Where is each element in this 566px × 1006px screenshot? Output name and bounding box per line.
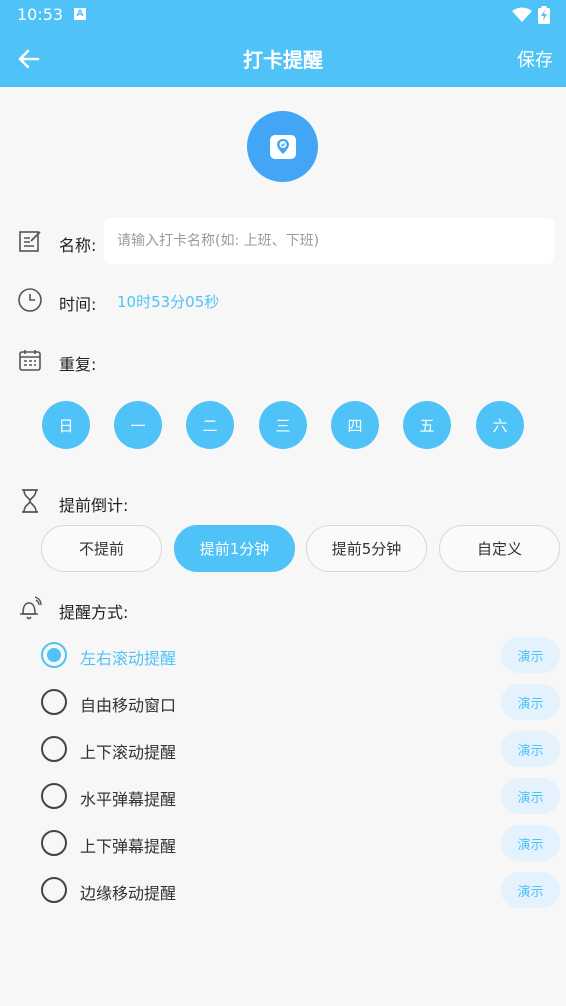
calendar-icon	[19, 350, 41, 371]
countdown-label: 提前倒计:	[59, 496, 129, 515]
location-check-icon	[269, 134, 296, 159]
reminder-option-label: 水平弹幕提醒	[80, 790, 177, 809]
day-toggle-tue[interactable]: 二	[186, 401, 234, 449]
reminder-option[interactable]: 边缘移动提醒 演示	[41, 872, 561, 908]
day-toggle-mon[interactable]: 一	[114, 401, 162, 449]
day-toggle-thu[interactable]: 四	[331, 401, 379, 449]
save-button[interactable]: 保存	[517, 46, 553, 72]
radio-button[interactable]	[41, 830, 67, 856]
radio-button[interactable]	[41, 689, 67, 715]
reminder-option[interactable]: 自由移动窗口 演示	[41, 684, 561, 720]
reminder-option-label: 上下滚动提醒	[80, 743, 177, 762]
notification-a-icon: A	[74, 8, 86, 20]
demo-button[interactable]: 演示	[501, 778, 560, 814]
radio-button[interactable]	[41, 642, 67, 668]
demo-button[interactable]: 演示	[501, 637, 560, 673]
countdown-option-none[interactable]: 不提前	[41, 525, 162, 572]
reminder-option-label: 上下弹幕提醒	[80, 837, 177, 856]
time-label: 时间:	[59, 295, 97, 314]
name-label: 名称:	[59, 236, 97, 255]
reminder-option-label: 自由移动窗口	[80, 696, 177, 715]
day-toggle-sun[interactable]: 日	[42, 401, 90, 449]
repeat-label: 重复:	[59, 355, 97, 374]
day-toggle-sat[interactable]: 六	[476, 401, 524, 449]
countdown-option-custom[interactable]: 自定义	[439, 525, 560, 572]
day-toggle-fri[interactable]: 五	[403, 401, 451, 449]
demo-button[interactable]: 演示	[501, 825, 560, 861]
status-time: 10:53	[17, 5, 64, 24]
reminder-option[interactable]: 左右滚动提醒 演示	[41, 637, 561, 673]
edit-note-icon	[19, 231, 41, 252]
reminder-option[interactable]: 水平弹幕提醒 演示	[41, 778, 561, 814]
name-input[interactable]	[104, 218, 554, 264]
radio-button[interactable]	[41, 736, 67, 762]
hourglass-icon	[22, 489, 38, 513]
demo-button[interactable]: 演示	[501, 684, 560, 720]
status-bar: 10:53 A	[0, 0, 566, 30]
bell-ringing-icon	[20, 596, 42, 620]
reminder-method-label: 提醒方式:	[59, 603, 129, 622]
time-value[interactable]: 10时53分05秒	[117, 291, 219, 312]
reminder-option-label: 左右滚动提醒	[80, 649, 177, 668]
countdown-option-1min[interactable]: 提前1分钟	[174, 525, 295, 572]
reminder-option[interactable]: 上下滚动提醒 演示	[41, 731, 561, 767]
clock-icon	[18, 288, 42, 312]
reminder-avatar[interactable]	[247, 111, 318, 182]
reminder-option-label: 边缘移动提醒	[80, 884, 177, 903]
app-bar: 打卡提醒 保存	[0, 30, 566, 87]
reminder-option[interactable]: 上下弹幕提醒 演示	[41, 825, 561, 861]
demo-button[interactable]: 演示	[501, 731, 560, 767]
radio-button[interactable]	[41, 783, 67, 809]
page-title: 打卡提醒	[243, 48, 323, 72]
demo-button[interactable]: 演示	[501, 872, 560, 908]
battery-charging-icon	[538, 6, 550, 24]
radio-button[interactable]	[41, 877, 67, 903]
wifi-icon	[512, 7, 532, 22]
day-toggle-wed[interactable]: 三	[259, 401, 307, 449]
countdown-option-5min[interactable]: 提前5分钟	[306, 525, 427, 572]
